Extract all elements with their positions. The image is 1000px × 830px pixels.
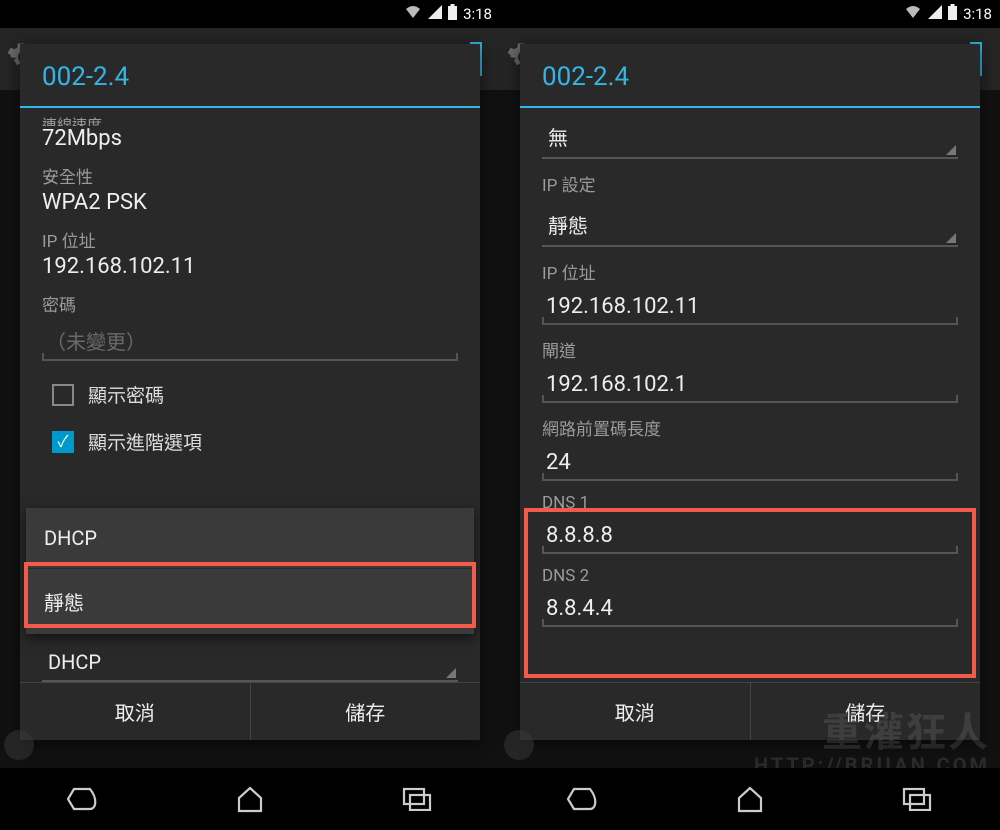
back-button[interactable]	[43, 779, 123, 819]
gateway-input[interactable]: 192.168.102.1	[542, 366, 958, 403]
dns1-input[interactable]: 8.8.8.8	[542, 517, 958, 554]
dropdown-item-dhcp[interactable]: DHCP	[26, 508, 474, 569]
signal-icon	[428, 5, 442, 23]
checkbox-unchecked-icon[interactable]	[52, 384, 74, 406]
prefix-length-value: 24	[546, 450, 571, 475]
show-password-row[interactable]: 顯示密碼	[42, 381, 458, 408]
proxy-spinner[interactable]: 無	[542, 112, 958, 159]
ip-settings-spinner[interactable]: 靜態	[542, 200, 958, 247]
clock-text: 3:18	[463, 5, 492, 23]
dialog-button-bar: 取消 儲存	[520, 682, 980, 740]
password-input[interactable]: （未變更）	[42, 320, 458, 361]
dialog-title: 002-2.4	[20, 44, 480, 106]
security-label: 安全性	[42, 163, 458, 188]
status-bar: 3:18	[500, 0, 1000, 28]
battery-icon	[948, 4, 957, 24]
ip-address-value: 192.168.102.11	[42, 254, 458, 279]
show-advanced-label: 顯示進階選項	[88, 428, 202, 455]
dns2-label: DNS 2	[542, 566, 958, 586]
home-button[interactable]	[210, 779, 290, 819]
proxy-value: 無	[548, 126, 568, 150]
ip-address-value: 192.168.102.11	[546, 294, 699, 319]
wifi-dialog: 002-2.4 無 IP 設定 靜態 IP 位址 192.168.102.11 …	[520, 44, 980, 740]
dialog-button-bar: 取消 儲存	[20, 682, 480, 740]
ip-settings-label: IP 設定	[542, 171, 958, 196]
dialog-title: 002-2.4	[520, 44, 980, 106]
back-button[interactable]	[543, 779, 623, 819]
clock-text: 3:18	[963, 5, 992, 23]
cancel-button[interactable]: 取消	[520, 683, 750, 740]
ip-address-label: IP 位址	[42, 227, 458, 252]
save-button[interactable]: 儲存	[250, 683, 481, 740]
nav-bar	[500, 768, 1000, 830]
ip-address-label: IP 位址	[542, 259, 958, 284]
status-bar: 3:18	[0, 0, 500, 28]
dropdown-item-static[interactable]: 靜態	[26, 569, 474, 634]
wifi-dialog: 002-2.4 連線速度 72Mbps 安全性 WPA2 PSK IP 位址 1…	[20, 44, 480, 740]
phone-right: 3:18 002-2.4 無 IP 設定 靜態 IP 位址 192.168.10…	[500, 0, 1000, 830]
battery-icon	[448, 4, 457, 24]
ip-address-input[interactable]: 192.168.102.11	[542, 288, 958, 325]
save-button[interactable]: 儲存	[750, 683, 981, 740]
gateway-label: 閘道	[542, 337, 958, 362]
password-label: 密碼	[42, 291, 458, 316]
home-button[interactable]	[710, 779, 790, 819]
dns1-value: 8.8.8.8	[546, 523, 613, 548]
password-placeholder: （未變更）	[46, 330, 146, 354]
nav-handle-icon	[4, 730, 34, 760]
security-value: WPA2 PSK	[42, 190, 458, 215]
cancel-button[interactable]: 取消	[20, 683, 250, 740]
ip-settings-dropdown: DHCP 靜態	[26, 508, 474, 634]
dialog-body[interactable]: 連線速度 72Mbps 安全性 WPA2 PSK IP 位址 192.168.1…	[20, 108, 480, 682]
checkbox-checked-icon[interactable]: ✓	[52, 431, 74, 453]
dialog-body[interactable]: 無 IP 設定 靜態 IP 位址 192.168.102.11 閘道 192.1…	[520, 108, 980, 682]
show-advanced-row[interactable]: ✓ 顯示進階選項	[42, 428, 458, 455]
dns2-input[interactable]: 8.8.4.4	[542, 590, 958, 627]
nav-bar	[0, 768, 500, 830]
link-speed-label: 連線速度	[42, 114, 458, 126]
link-speed-value: 72Mbps	[42, 126, 458, 151]
dns2-value: 8.8.4.4	[546, 596, 613, 621]
gateway-value: 192.168.102.1	[546, 372, 687, 397]
ip-settings-spinner[interactable]: DHCP	[42, 640, 458, 682]
nav-handle-icon	[504, 730, 534, 760]
wifi-icon	[904, 5, 922, 23]
dns1-label: DNS 1	[542, 493, 958, 513]
prefix-length-label: 網路前置碼長度	[542, 415, 958, 440]
phone-left: 3:18 002-2.4 連線速度 72Mbps 安全性 WPA2 PSK IP…	[0, 0, 500, 830]
prefix-length-input[interactable]: 24	[542, 444, 958, 481]
spinner-value: DHCP	[48, 650, 101, 674]
wifi-icon	[404, 5, 422, 23]
signal-icon	[928, 5, 942, 23]
ip-settings-value: 靜態	[548, 214, 588, 238]
recents-button[interactable]	[877, 779, 957, 819]
recents-button[interactable]	[377, 779, 457, 819]
show-password-label: 顯示密碼	[88, 381, 164, 408]
